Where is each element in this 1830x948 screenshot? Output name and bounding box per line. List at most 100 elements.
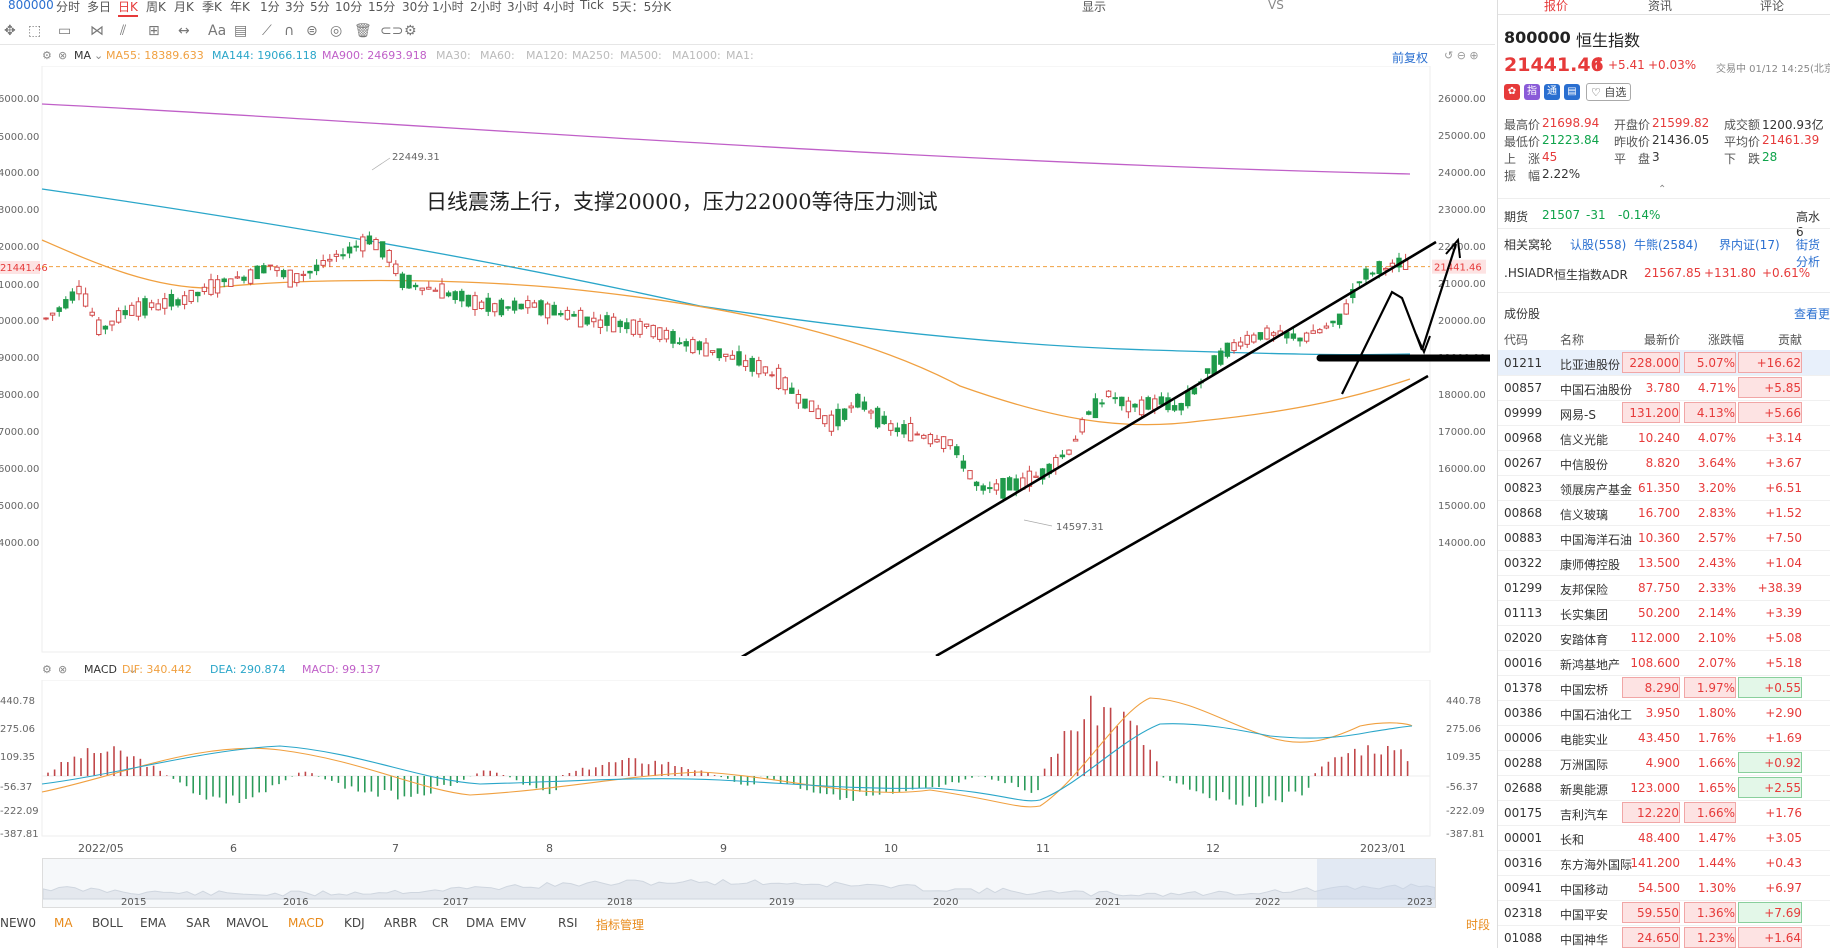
- close-icon[interactable]: ⊗: [58, 663, 67, 676]
- table-row[interactable]: 01211 比亚迪股份 228.000 5.07% +16.62: [1498, 350, 1830, 376]
- symbol-input[interactable]: 800000: [8, 0, 54, 12]
- header-1[interactable]: 名称: [1560, 331, 1584, 348]
- rect-tool-icon[interactable]: ▭: [58, 23, 71, 39]
- kline-chart[interactable]: 26000.00 25000.00 24000.00 23000.00 22000.00…: [0, 66, 1490, 656]
- table-row[interactable]: 02688 新奥能源 123.000 1.65% +2.55: [1498, 775, 1830, 801]
- tab-quote[interactable]: 报价: [1544, 0, 1568, 14]
- lock-icon[interactable]: ⊜: [306, 23, 318, 39]
- table-row[interactable]: 02020 安踏体育 112.000 2.10% +5.08: [1498, 625, 1830, 651]
- magnet-icon[interactable]: ∩: [284, 23, 294, 39]
- indicator-10[interactable]: DMA: [466, 916, 494, 930]
- table-row[interactable]: 01299 友邦保险 87.750 2.33% +38.39: [1498, 575, 1830, 601]
- timeframe-14[interactable]: 2小时: [470, 0, 502, 15]
- ma-item-0[interactable]: MA55: 18389.633: [106, 49, 204, 62]
- table-row[interactable]: 00322 康师傅控股 13.500 2.43% +1.04: [1498, 550, 1830, 576]
- ma-item-9[interactable]: MA1:: [726, 49, 754, 62]
- table-row[interactable]: 01378 中国宏桥 8.290 1.97% +0.55: [1498, 675, 1830, 701]
- timeframe-0[interactable]: 分时: [56, 0, 80, 15]
- view-more-link[interactable]: 查看更: [1794, 305, 1830, 322]
- ma-item-6[interactable]: MA250:: [572, 49, 614, 62]
- table-row[interactable]: 00868 信义玻璃 16.700 2.83% +1.52: [1498, 500, 1830, 526]
- header-3[interactable]: 涨跌幅: [1708, 331, 1744, 348]
- period-button[interactable]: 时段: [1466, 916, 1490, 933]
- arrow-tool-icon[interactable]: ↔: [178, 23, 190, 39]
- indicator-11[interactable]: EMV: [500, 916, 526, 930]
- ma-item-8[interactable]: MA1000:: [672, 49, 721, 62]
- gear-icon[interactable]: ⚙: [42, 663, 52, 676]
- table-row[interactable]: 00006 电能实业 43.450 1.76% +1.69: [1498, 725, 1830, 751]
- indicator-7[interactable]: KDJ: [344, 916, 365, 930]
- timeframe-13[interactable]: 1小时: [432, 0, 464, 15]
- table-row[interactable]: 00386 中国石油化工 3.950 1.80% +2.90: [1498, 700, 1830, 726]
- table-row[interactable]: 00001 长和 48.400 1.47% +3.05: [1498, 825, 1830, 851]
- table-row[interactable]: 00016 新鸿基地产 108.600 2.07% +5.18: [1498, 650, 1830, 676]
- ruler-icon[interactable]: ⟋: [262, 23, 272, 39]
- collapse-icon[interactable]: ⌃: [1658, 184, 1666, 195]
- timeframe-1[interactable]: 多日: [87, 0, 111, 15]
- table-row[interactable]: 00968 信义光能 10.240 4.07% +3.14: [1498, 425, 1830, 451]
- chevron-down-icon[interactable]: ⌄: [94, 49, 103, 62]
- note-icon[interactable]: ▤: [234, 23, 247, 39]
- indicator-12[interactable]: RSI: [558, 916, 578, 930]
- text-tool-icon[interactable]: Aa: [208, 23, 226, 39]
- timeframe-9[interactable]: 5分: [310, 0, 330, 15]
- related-link-2[interactable]: 界内证(17): [1719, 236, 1780, 253]
- indicator-8[interactable]: ARBR: [384, 916, 417, 930]
- table-row[interactable]: 00883 中国海洋石油 10.360 2.57% +7.50: [1498, 525, 1830, 551]
- timeframe-8[interactable]: 3分: [285, 0, 305, 15]
- indicator-3[interactable]: EMA: [140, 916, 166, 930]
- indicator-9[interactable]: CR: [432, 916, 449, 930]
- trash-icon[interactable]: 🗑: [354, 23, 372, 39]
- header-2[interactable]: 最新价: [1644, 331, 1680, 348]
- timeframe-11[interactable]: 15分: [368, 0, 395, 15]
- timeframe-15[interactable]: 3小时: [507, 0, 539, 15]
- display-menu[interactable]: 显示: [1082, 0, 1106, 15]
- ma-item-1[interactable]: MA144: 19066.118: [212, 49, 317, 62]
- table-row[interactable]: 01088 中国神华 24.650 1.23% +1.64: [1498, 925, 1830, 948]
- header-4[interactable]: 贡献: [1778, 331, 1802, 348]
- timeframe-6[interactable]: 年K: [230, 0, 250, 15]
- overview-navigator[interactable]: 2015 2016 2017 2018 2019 2020 2021 2022 2023: [42, 858, 1436, 908]
- table-row[interactable]: 00857 中国石油股份 3.780 4.71% +5.85: [1498, 375, 1830, 401]
- path-tool-icon[interactable]: ⋈: [90, 23, 104, 39]
- tab-comments[interactable]: 评论: [1760, 0, 1784, 14]
- macd-item-1[interactable]: DEA: 290.874: [210, 663, 285, 676]
- timeframe-18[interactable]: 5天：5分K: [612, 0, 671, 15]
- table-row[interactable]: 01113 长实集团 50.200 2.14% +3.39: [1498, 600, 1830, 626]
- ma-item-2[interactable]: MA900: 24693.918: [322, 49, 427, 62]
- table-row[interactable]: 00288 万洲国际 4.900 1.66% +0.92: [1498, 750, 1830, 776]
- table-row[interactable]: 00316 东方海外国际 141.200 1.44% +0.43: [1498, 850, 1830, 876]
- line-tool-icon[interactable]: ⫽: [120, 23, 126, 39]
- timeframe-7[interactable]: 1分: [260, 0, 280, 15]
- eye-icon[interactable]: ◎: [330, 23, 342, 39]
- indicator-4[interactable]: SAR: [186, 916, 210, 930]
- timeframe-17[interactable]: Tick: [580, 0, 604, 12]
- link-icon[interactable]: ⊂⊃: [380, 23, 403, 39]
- table-row[interactable]: 00941 中国移动 54.500 1.30% +6.97: [1498, 875, 1830, 901]
- timeframe-12[interactable]: 30分: [402, 0, 429, 15]
- timeframe-3[interactable]: 周K: [146, 0, 166, 15]
- timeframe-10[interactable]: 10分: [335, 0, 362, 15]
- indicator-2[interactable]: BOLL: [92, 916, 123, 930]
- macd-item-0[interactable]: DIF: 340.442: [122, 663, 192, 676]
- timeframe-5[interactable]: 季K: [202, 0, 222, 15]
- ma-item-5[interactable]: MA120:: [526, 49, 568, 62]
- reset-icon[interactable]: ↺ ⊖ ⊕: [1444, 49, 1479, 62]
- macd-item-2[interactable]: MACD: 99.137: [302, 663, 381, 676]
- close-icon[interactable]: ⊗: [58, 49, 67, 62]
- timeframe-2[interactable]: 日K: [118, 0, 138, 17]
- indicator-13[interactable]: 指标管理: [596, 916, 644, 933]
- table-row[interactable]: 00175 吉利汽车 12.220 1.66% +1.76: [1498, 800, 1830, 826]
- timeframe-4[interactable]: 月K: [174, 0, 194, 15]
- ma-item-3[interactable]: MA30:: [436, 49, 471, 62]
- indicator-1[interactable]: MA: [54, 916, 73, 930]
- fibonacci-icon[interactable]: ⊞: [148, 23, 160, 39]
- table-row[interactable]: 09999 网易-S 131.200 4.13% +5.66: [1498, 400, 1830, 426]
- table-row[interactable]: 02318 中国平安 59.550 1.36% +7.69: [1498, 900, 1830, 926]
- crosshair-icon[interactable]: ✥: [4, 23, 16, 39]
- settings-icon[interactable]: ⚙: [404, 23, 417, 39]
- ma-item-7[interactable]: MA500:: [620, 49, 662, 62]
- related-link-1[interactable]: 牛熊(2584): [1634, 236, 1698, 253]
- indicator-0[interactable]: NEW0: [0, 916, 36, 930]
- ma-title[interactable]: MA: [74, 49, 91, 62]
